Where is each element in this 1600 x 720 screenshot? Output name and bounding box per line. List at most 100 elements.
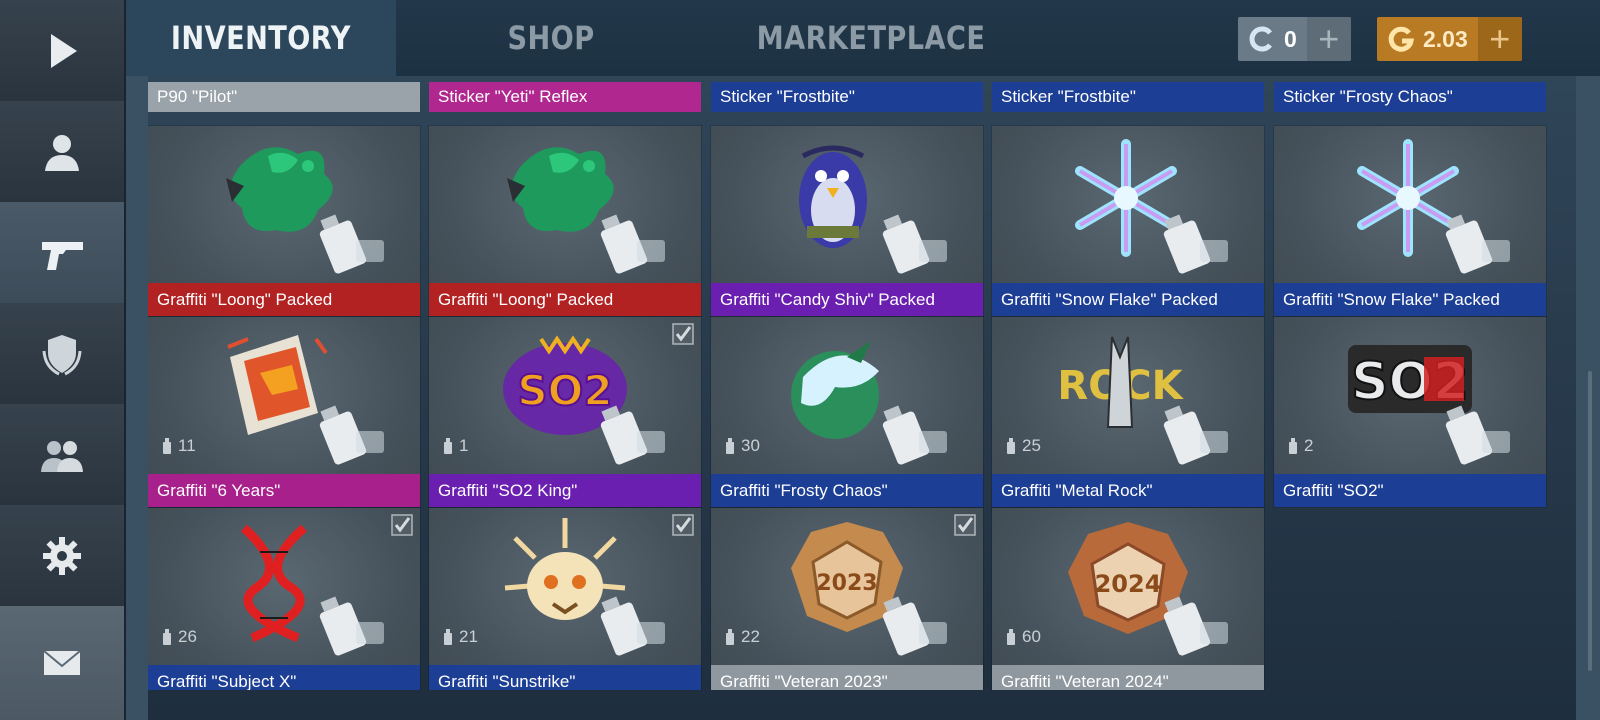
tab-inventory[interactable]: INVENTORY [126, 0, 396, 76]
spray-count-icon [1007, 629, 1015, 645]
spray-can-icon [1163, 214, 1228, 274]
item-count: 60 [1004, 627, 1041, 647]
item-name-label: Graffiti "Frosty Chaos" [711, 474, 983, 507]
item-count-value: 26 [178, 627, 197, 646]
inventory-item-card[interactable]: Graffiti "Candy Shiv" Packed [711, 126, 983, 316]
item-name-label: Graffiti "Loong" Packed [148, 283, 420, 316]
inventory-item-card[interactable]: 30 Graffiti "Frosty Chaos" [711, 317, 983, 507]
item-name-label: Graffiti "Loong" Packed [429, 283, 701, 316]
item-count: 11 [160, 436, 196, 456]
sidebar-rank-button[interactable] [0, 303, 124, 406]
item-count: 25 [1004, 436, 1041, 456]
spray-can-icon [319, 214, 384, 274]
inventory-item-card[interactable]: ROCK25Graffiti "Metal Rock" [992, 317, 1264, 507]
item-name-label: Graffiti "Sunstrike" [429, 665, 701, 690]
gear-icon [43, 536, 81, 575]
item-label-strip[interactable]: Sticker "Frosty Chaos" [1274, 82, 1546, 112]
inventory-item-card[interactable]: Graffiti "Snow Flake" Packed [992, 126, 1264, 316]
friends-icon [41, 440, 83, 472]
gold-amount: 2.03 [1423, 25, 1468, 52]
coin-c-icon [1249, 26, 1272, 52]
shield-icon [42, 334, 82, 375]
top-navigation: INVENTORY SHOP MARKETPLACE 0 + 2.03 + [126, 0, 1600, 76]
item-name-label: Graffiti "Subject X" [148, 665, 420, 690]
gold-balance: 2.03 + [1377, 17, 1522, 61]
item-count-value: 1 [459, 436, 469, 455]
checkbox-checked-icon[interactable] [672, 323, 694, 345]
tab-marketplace[interactable]: MARKETPLACE [748, 0, 995, 76]
sidebar-weapons-button[interactable] [0, 202, 124, 305]
item-count-value: 60 [1022, 627, 1041, 646]
item-count: 30 [723, 436, 760, 456]
item-count: 2 [1286, 436, 1313, 456]
item-count-value: 25 [1022, 436, 1041, 455]
sidebar [0, 0, 126, 720]
inventory-item-card[interactable]: 11 Graffiti "6 Years" [148, 317, 420, 507]
spray-count-icon [163, 629, 171, 645]
inventory-item-card[interactable]: 2024 60 Graffiti "Veteran 2024" [992, 508, 1264, 690]
inventory-item-card[interactable]: SO2 2 Graffiti "SO2" [1274, 317, 1546, 507]
item-count: 21 [441, 627, 478, 647]
spray-can-icon [882, 596, 947, 656]
item-name-label: Graffiti "Veteran 2023" [711, 665, 983, 690]
add-coins-button[interactable]: + [1306, 17, 1351, 61]
item-label-strip[interactable]: P90 "Pilot" [148, 82, 420, 112]
inventory-item-card[interactable]: Graffiti "Snow Flake" Packed [1274, 126, 1546, 316]
spray-count-icon [1289, 438, 1297, 454]
mail-icon [43, 650, 81, 675]
item-name-label: Graffiti "Snow Flake" Packed [992, 283, 1264, 316]
spray-can-icon [1445, 405, 1510, 465]
inventory-item-card[interactable]: Graffiti "Loong" Packed [429, 126, 701, 316]
inventory-item-card[interactable]: 21 Graffiti "Sunstrike" [429, 508, 701, 690]
veteran-2023-year: 2023 [816, 571, 877, 596]
checkbox-checked-icon[interactable] [391, 514, 413, 536]
inventory-item-card[interactable]: 2023 22 Graffiti "Veteran 2023" [711, 508, 983, 690]
item-name-label: Graffiti "Snow Flake" Packed [1274, 283, 1546, 316]
spray-can-icon [600, 405, 665, 465]
veteran-2024-year: 2024 [1095, 570, 1162, 598]
coin-amount: 0 [1284, 25, 1297, 52]
item-label-strip[interactable]: Sticker "Frostbite" [992, 82, 1264, 112]
sidebar-play-button[interactable] [0, 0, 124, 103]
spray-count-icon [163, 438, 171, 454]
item-name-label: Graffiti "Veteran 2024" [992, 665, 1264, 690]
spray-can-icon [319, 405, 384, 465]
inventory-scrollbar[interactable] [1588, 371, 1592, 671]
item-name-label: Graffiti "SO2 King" [429, 474, 701, 507]
item-count-value: 11 [178, 436, 196, 455]
spray-can-icon [319, 596, 384, 656]
checkbox-checked-icon[interactable] [672, 514, 694, 536]
inventory-item-card[interactable]: Graffiti "Loong" Packed [148, 126, 420, 316]
spray-can-icon [882, 214, 947, 274]
spray-count-icon [726, 438, 734, 454]
spray-can-icon [1163, 596, 1228, 656]
spray-can-icon [600, 214, 665, 274]
item-count-value: 22 [741, 627, 760, 646]
item-label-strip[interactable]: Sticker "Yeti" Reflex [429, 82, 701, 112]
spray-can-icon [882, 405, 947, 465]
profile-icon [45, 134, 79, 171]
item-count: 1 [441, 436, 468, 456]
spray-count-icon [1007, 438, 1015, 454]
item-count: 26 [160, 627, 197, 647]
checkbox-checked-icon[interactable] [954, 514, 976, 536]
so2-king-art-text: SO2 [517, 366, 612, 415]
inventory-item-card[interactable]: 26 Graffiti "Subject X" [148, 508, 420, 690]
inventory-item-card[interactable]: SO2 1 Graffiti "SO2 King" [429, 317, 701, 507]
play-icon [51, 33, 77, 68]
item-name-label: Graffiti "SO2" [1274, 474, 1546, 507]
sidebar-settings-button[interactable] [0, 505, 124, 608]
spray-count-icon [444, 438, 452, 454]
sidebar-mail-button[interactable] [0, 606, 124, 720]
spray-count-icon [726, 629, 734, 645]
pistol-icon [42, 241, 83, 270]
sidebar-profile-button[interactable] [0, 101, 124, 204]
spray-can-icon [1163, 405, 1228, 465]
spray-count-icon [444, 629, 452, 645]
sidebar-friends-button[interactable] [0, 404, 124, 507]
add-gold-button[interactable]: + [1477, 17, 1522, 61]
spray-can-icon [1445, 214, 1510, 274]
spray-can-icon [600, 596, 665, 656]
item-label-strip[interactable]: Sticker "Frostbite" [711, 82, 983, 112]
tab-shop[interactable]: SHOP [470, 0, 632, 76]
